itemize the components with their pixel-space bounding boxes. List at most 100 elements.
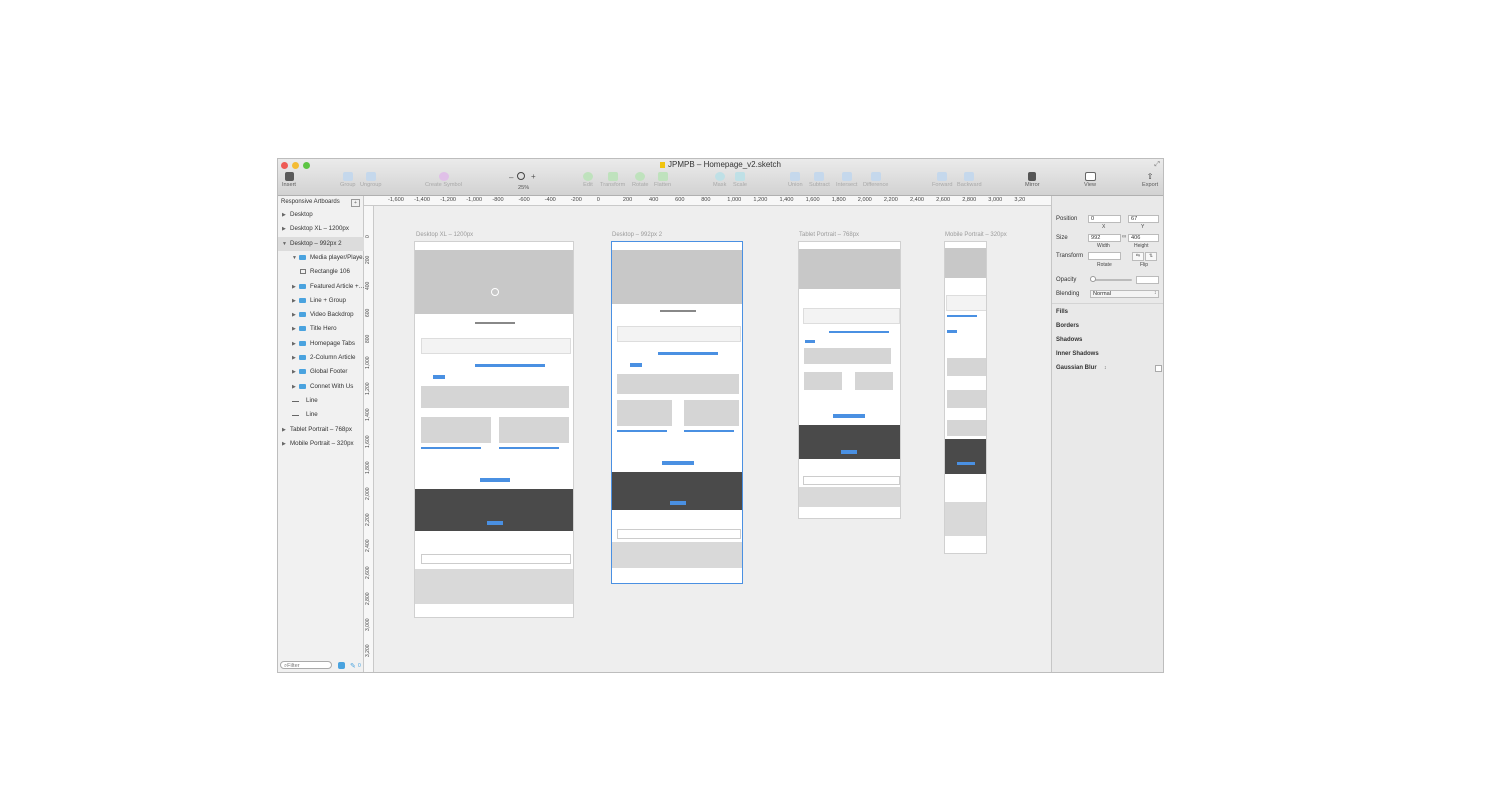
- group-button[interactable]: Group: [340, 172, 356, 188]
- layer-row[interactable]: ▶ Featured Article +…: [278, 280, 364, 294]
- feature-button: [947, 330, 957, 333]
- ruler-tick-label: -1,200: [440, 197, 457, 203]
- layer-row[interactable]: ▶ Title Hero: [278, 322, 364, 336]
- layer-label: Media player/Playe…: [310, 253, 364, 261]
- width-input[interactable]: 992: [1088, 234, 1121, 242]
- inspector-panel: Position 0 67 X Y Size 992 ∞ 406 Width H…: [1051, 196, 1163, 672]
- layer-row[interactable]: Rectangle 106: [278, 265, 364, 279]
- layer-row[interactable]: Line: [278, 394, 364, 408]
- disclosure-triangle-icon[interactable]: ▶: [292, 308, 296, 322]
- fullscreen-icon[interactable]: ⤢: [1154, 161, 1160, 169]
- artboard-desktop-xl[interactable]: [414, 241, 574, 618]
- view-button[interactable]: View: [1084, 172, 1096, 188]
- mirror-button[interactable]: Mirror: [1025, 172, 1040, 188]
- position-x-input[interactable]: 0: [1088, 215, 1121, 223]
- export-button[interactable]: ⇧ Export: [1142, 172, 1158, 188]
- artboard-tablet[interactable]: [798, 241, 901, 519]
- disclosure-triangle-icon[interactable]: ▶: [282, 222, 286, 236]
- disclosure-triangle-icon[interactable]: ▶: [292, 337, 296, 351]
- filter-input[interactable]: ⌕Filter: [280, 661, 332, 669]
- layer-row[interactable]: ▶ Desktop: [278, 208, 364, 222]
- disclosure-triangle-icon[interactable]: ▶: [292, 365, 296, 379]
- borders-section[interactable]: Borders: [1056, 323, 1079, 329]
- rotate-input[interactable]: [1088, 252, 1121, 260]
- disclosure-triangle-icon[interactable]: ▶: [292, 294, 296, 308]
- flip-horizontal-icon[interactable]: ⇆: [1132, 252, 1144, 261]
- artboard-label-mobile[interactable]: Mobile Portrait – 320px: [945, 232, 1007, 238]
- layer-row[interactable]: ▶ Connet With Us: [278, 380, 364, 394]
- explore-heading-line: [475, 322, 515, 324]
- layer-row[interactable]: ▶ Video Backdrop: [278, 308, 364, 322]
- ruler-tick-label: 1,800: [365, 461, 371, 474]
- layer-row[interactable]: ▶ Desktop XL – 1200px: [278, 222, 364, 236]
- inner-shadows-section[interactable]: Inner Shadows: [1056, 351, 1099, 357]
- forward-button[interactable]: Forward: [932, 172, 953, 188]
- transform-button[interactable]: Transform: [600, 172, 625, 188]
- layer-row[interactable]: ▶ Tablet Portrait – 768px: [278, 423, 364, 437]
- flatten-button[interactable]: Flatten: [654, 172, 671, 188]
- disclosure-triangle-icon[interactable]: ▶: [292, 380, 296, 394]
- backward-button[interactable]: Backward: [957, 172, 982, 188]
- scale-button[interactable]: Scale: [733, 172, 747, 188]
- artboard-label-tablet[interactable]: Tablet Portrait – 768px: [799, 232, 859, 238]
- artboard-label-desktop-xl[interactable]: Desktop XL – 1200px: [416, 232, 473, 238]
- disclosure-triangle-icon[interactable]: ▶: [292, 351, 296, 365]
- mask-icon: [714, 172, 725, 181]
- ruler-tick-label: 3,20: [1014, 197, 1026, 203]
- blur-toggle-checkbox[interactable]: [1155, 365, 1162, 372]
- create-symbol-button[interactable]: Create Symbol: [425, 172, 462, 188]
- artboard-desktop[interactable]: [611, 241, 743, 584]
- canvas[interactable]: -1,600 -1,400 -1,200 -1,000 -800 -600 -400 -200…: [364, 196, 1051, 672]
- gaussian-blur-section[interactable]: Gaussian Blur: [1056, 365, 1097, 371]
- lock-ratio-icon[interactable]: ∞: [1122, 234, 1126, 240]
- difference-icon: [870, 172, 881, 181]
- zoom-in-button[interactable]: +: [531, 172, 536, 181]
- page-selector[interactable]: Responsive Artboards: [281, 199, 340, 205]
- size-label: Size: [1056, 235, 1068, 241]
- disclosure-triangle-icon[interactable]: ▶: [292, 280, 296, 294]
- layer-row[interactable]: ▼ Media player/Playe…: [278, 251, 364, 265]
- disclosure-triangle-icon[interactable]: ▶: [282, 423, 286, 437]
- disclosure-triangle-icon[interactable]: ▶: [292, 322, 296, 336]
- ungroup-button[interactable]: Ungroup: [360, 172, 381, 188]
- subtract-button[interactable]: Subtract: [809, 172, 830, 188]
- fills-section[interactable]: Fills: [1056, 309, 1068, 315]
- y-label: Y: [1141, 224, 1145, 230]
- artboard-mobile[interactable]: [944, 241, 987, 554]
- sketch-window: JPMPB – Homepage_v2.sketch ⤢ Insert Grou…: [277, 158, 1164, 673]
- ruler-tick-label: 3,000: [365, 618, 371, 631]
- opacity-input[interactable]: [1136, 276, 1159, 284]
- blending-select[interactable]: Normal: [1090, 290, 1159, 298]
- artboard-label-desktop[interactable]: Desktop – 992px 2: [612, 232, 662, 238]
- edit-button[interactable]: Edit: [583, 172, 593, 188]
- layer-row[interactable]: ▶ Line + Group: [278, 294, 364, 308]
- layer-row[interactable]: ▶ Global Footer: [278, 365, 364, 379]
- feature-button: [805, 340, 815, 343]
- mask-button[interactable]: Mask: [713, 172, 726, 188]
- rotate-button[interactable]: Rotate: [632, 172, 648, 188]
- difference-button[interactable]: Difference: [863, 172, 888, 188]
- edit-layers-icon[interactable]: ✎: [350, 662, 356, 670]
- union-button[interactable]: Union: [788, 172, 803, 188]
- insert-button[interactable]: Insert: [282, 172, 296, 188]
- intersect-button[interactable]: Intersect: [836, 172, 857, 188]
- layer-row[interactable]: ▶ Homepage Tabs: [278, 337, 364, 351]
- opacity-slider-knob[interactable]: [1090, 276, 1096, 282]
- disclosure-triangle-icon[interactable]: ▼: [292, 251, 297, 265]
- opacity-slider[interactable]: [1090, 279, 1132, 281]
- layer-row[interactable]: ▼ Desktop – 992px 2: [278, 236, 364, 251]
- height-input[interactable]: 406: [1128, 234, 1159, 242]
- zoom-out-button[interactable]: –: [509, 173, 513, 182]
- flip-vertical-icon[interactable]: ⇅: [1145, 252, 1157, 261]
- layer-row[interactable]: ▶ Mobile Portrait – 320px: [278, 437, 364, 451]
- position-y-input[interactable]: 67: [1128, 215, 1159, 223]
- layer-row[interactable]: Line: [278, 408, 364, 422]
- disclosure-triangle-icon[interactable]: ▶: [282, 208, 286, 222]
- disclosure-triangle-icon[interactable]: ▶: [282, 437, 286, 451]
- disclosure-triangle-icon[interactable]: ▼: [282, 237, 287, 251]
- layer-options-icon[interactable]: [338, 662, 345, 669]
- ruler-tick-label: -600: [518, 197, 530, 203]
- layer-row[interactable]: ▶ 2-Column Article: [278, 351, 364, 365]
- add-page-icon[interactable]: +: [351, 199, 360, 207]
- shadows-section[interactable]: Shadows: [1056, 337, 1082, 343]
